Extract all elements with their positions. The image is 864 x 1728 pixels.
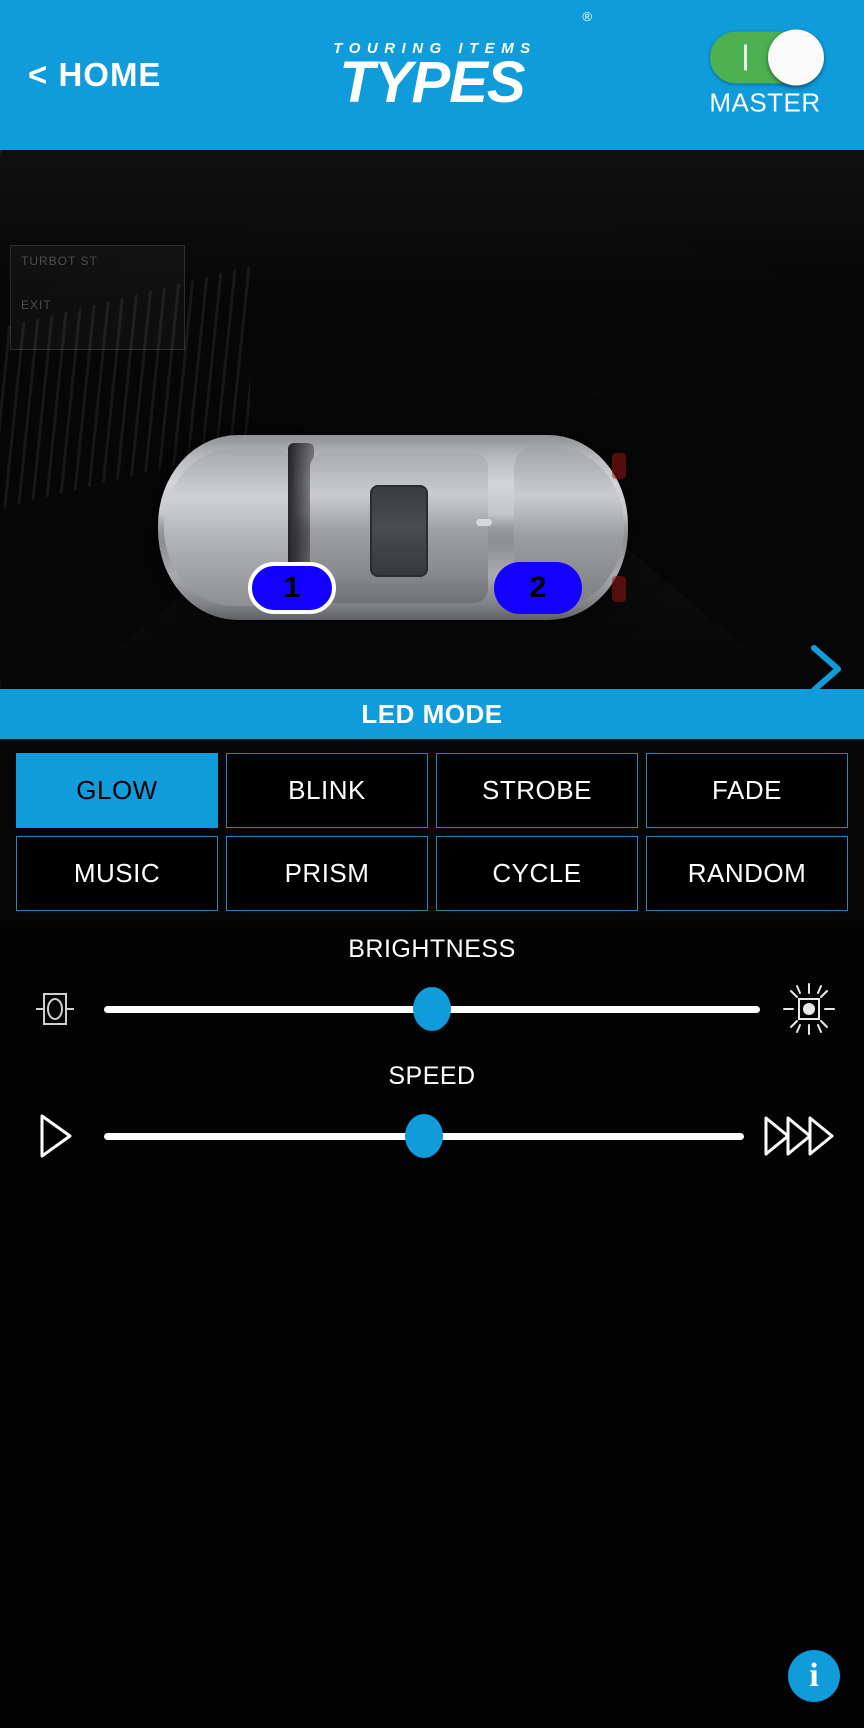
logo-wordmark-text: TYPES xyxy=(339,49,525,115)
mode-label-music: MUSIC xyxy=(73,858,161,888)
zone-badge-1-label: 1 xyxy=(283,571,301,604)
zone-badge-1[interactable]: 1 xyxy=(248,562,336,614)
zone-badge-2[interactable]: 2 xyxy=(494,562,582,614)
brightness-slider[interactable] xyxy=(104,987,760,1031)
vehicle-stage: TURBOT ST EXIT 1 2 3 4 xyxy=(0,150,864,689)
mode-button-music[interactable]: MUSIC xyxy=(16,836,218,911)
master-label: MASTER xyxy=(709,87,821,118)
brightness-low-icon[interactable] xyxy=(24,978,86,1040)
registered-mark: ® xyxy=(582,8,592,24)
mode-label-cycle: CYCLE xyxy=(492,858,582,888)
mode-button-strobe[interactable]: STROBE xyxy=(436,753,638,828)
zone-badge-2-label: 2 xyxy=(529,571,547,604)
master-switch-group: MASTER xyxy=(690,29,840,119)
brightness-label: BRIGHTNESS xyxy=(348,935,516,963)
toggle-on-bar-icon xyxy=(744,44,747,71)
speed-slider-group: SPEED xyxy=(0,1062,864,1167)
slider-section: BRIGHTNESS SPEED i xyxy=(0,921,864,1728)
app-root: < HOME TOURING ITEMS TYPES ® MASTER TURB… xyxy=(0,0,864,1728)
taillight-left xyxy=(612,453,626,479)
taillight-right xyxy=(612,576,626,602)
mode-button-prism[interactable]: PRISM xyxy=(226,836,428,911)
speed-label: SPEED xyxy=(388,1062,476,1090)
speed-thumb[interactable] xyxy=(405,1114,443,1158)
brightness-slider-group: BRIGHTNESS xyxy=(0,935,864,1040)
brightness-thumb[interactable] xyxy=(413,987,451,1031)
brightness-high-icon[interactable] xyxy=(778,978,840,1040)
mode-label-fade: FADE xyxy=(712,775,782,805)
brand-logo: TOURING ITEMS TYPES ® xyxy=(267,10,597,112)
mode-label-random: RANDOM xyxy=(687,858,807,888)
info-button[interactable]: i xyxy=(788,1650,840,1702)
home-back-button[interactable]: < HOME xyxy=(28,56,161,94)
mode-button-cycle[interactable]: CYCLE xyxy=(436,836,638,911)
road-sign-line2: EXIT xyxy=(21,298,52,312)
mode-button-blink[interactable]: BLINK xyxy=(226,753,428,828)
mode-button-fade[interactable]: FADE xyxy=(646,753,848,828)
car-sunroof xyxy=(370,485,428,577)
chevron-right-icon[interactable] xyxy=(804,642,848,689)
mode-button-random[interactable]: RANDOM xyxy=(646,836,848,911)
speed-slow-icon[interactable] xyxy=(24,1105,86,1167)
mode-label-glow: GLOW xyxy=(76,775,158,805)
side-mirror xyxy=(476,519,492,526)
speed-slider[interactable] xyxy=(104,1114,744,1158)
info-icon: i xyxy=(809,1657,819,1694)
toggle-knob xyxy=(768,29,824,86)
logo-wordmark: TYPES ® xyxy=(267,10,597,112)
mode-label-blink: BLINK xyxy=(288,775,366,805)
mode-button-glow[interactable]: GLOW xyxy=(16,753,218,828)
led-mode-bar: LED MODE xyxy=(0,689,864,739)
mode-label-prism: PRISM xyxy=(284,858,370,888)
road-sign-line1: TURBOT ST xyxy=(21,254,98,268)
road-sign: TURBOT ST EXIT xyxy=(10,245,185,350)
mode-label-strobe: STROBE xyxy=(482,775,592,805)
master-toggle[interactable] xyxy=(710,29,824,86)
led-mode-title: LED MODE xyxy=(361,698,503,729)
app-header: < HOME TOURING ITEMS TYPES ® MASTER xyxy=(0,0,864,150)
led-mode-grid: GLOW BLINK STROBE FADE MUSIC PRISM CYCLE… xyxy=(0,739,864,921)
speed-fast-icon[interactable] xyxy=(762,1105,840,1167)
